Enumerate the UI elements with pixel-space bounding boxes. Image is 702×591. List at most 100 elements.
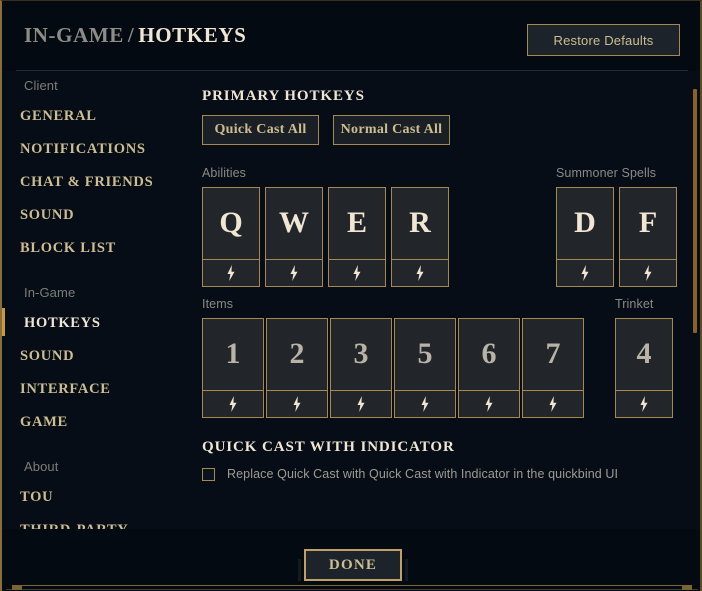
window-header: IN-GAME/HOTKEYS Restore Defaults [2,1,702,71]
footer-frame-line-outer [6,589,698,590]
item-key-label: 7 [523,319,583,390]
summoner-key-label: D [557,188,613,259]
trinket-key-4[interactable]: 4 [615,318,673,418]
quick-cast-toggle[interactable] [329,259,385,286]
item-key-3[interactable]: 3 [330,318,392,418]
sidebar-item-sound[interactable]: SOUND [2,199,188,232]
quick-cast-toggle[interactable] [620,259,676,286]
quick-cast-toggle[interactable] [266,259,322,286]
ability-key-label: E [329,188,385,259]
footer-frame-tab-right [682,585,692,590]
ability-key-Q[interactable]: Q [202,187,260,287]
primary-hotkeys-title: PRIMARY HOTKEYS [202,88,365,105]
quick-cast-all-button[interactable]: Quick Cast All [202,115,319,145]
quick-cast-toggle[interactable] [459,390,519,417]
item-key-7[interactable]: 7 [522,318,584,418]
quick-cast-toggle[interactable] [523,390,583,417]
items-key-row: 123567 [202,318,585,418]
sidebar-item-general[interactable]: GENERAL [2,100,188,133]
quick-cast-toggle[interactable] [203,259,259,286]
lightning-bolt-icon [415,265,426,281]
quick-cast-toggle[interactable] [203,390,263,417]
quick-cast-toggle[interactable] [392,259,448,286]
lightning-bolt-icon [484,396,495,412]
sidebar-group-gap [2,265,188,278]
item-key-label: 6 [459,319,519,390]
sidebar-item-hotkeys[interactable]: HOTKEYS [2,307,188,340]
sidebar-group-in-game: In-GameHOTKEYSSOUNDINTERFACEGAME [2,278,188,439]
summoner-spells-key-row: DF [556,187,677,287]
item-key-1[interactable]: 1 [202,318,264,418]
ability-key-W[interactable]: W [265,187,323,287]
quick-cast-indicator-checkbox-row[interactable]: Replace Quick Cast with Quick Cast with … [202,467,618,481]
summoner-key-F[interactable]: F [619,187,677,287]
sidebar-item-notifications[interactable]: NOTIFICATIONS [2,133,188,166]
settings-window: IN-GAME/HOTKEYS Restore Defaults ClientG… [0,0,702,591]
item-key-5[interactable]: 5 [394,318,456,418]
quick-cast-toggle[interactable] [395,390,455,417]
quick-cast-toggle[interactable] [616,390,672,417]
cast-mode-buttons: Quick Cast All Normal Cast All [202,115,450,145]
done-button[interactable]: DONE [304,549,402,581]
quick-cast-toggle[interactable] [557,259,613,286]
restore-defaults-button[interactable]: Restore Defaults [527,24,680,56]
lightning-bolt-icon [580,265,591,281]
settings-content: PRIMARY HOTKEYS Quick Cast All Normal Ca… [188,71,702,529]
ability-key-label: R [392,188,448,259]
sidebar-item-game[interactable]: GAME [2,406,188,439]
scrollbar-thumb[interactable] [693,89,697,333]
normal-cast-all-button[interactable]: Normal Cast All [333,115,450,145]
lightning-bolt-icon [639,396,650,412]
window-footer: DONE [2,529,702,590]
summoner-spells-group-label: Summoner Spells [556,166,656,180]
item-key-6[interactable]: 6 [458,318,520,418]
sidebar-item-tou[interactable]: TOU [2,481,188,514]
item-key-2[interactable]: 2 [266,318,328,418]
lightning-bolt-icon [643,265,654,281]
sidebar-item-block-list[interactable]: BLOCK LIST [2,232,188,265]
breadcrumb-separator: / [128,23,134,47]
quick-cast-indicator-checkbox[interactable] [202,468,215,481]
sidebar-group-client: ClientGENERALNOTIFICATIONSCHAT & FRIENDS… [2,71,188,265]
sidebar-group-gap [2,439,188,452]
lightning-bolt-icon [226,265,237,281]
sidebar-item-chat-friends[interactable]: CHAT & FRIENDS [2,166,188,199]
ability-key-label: W [266,188,322,259]
abilities-key-row: QWER [202,187,449,287]
trinket-key-label: 4 [616,319,672,390]
abilities-group-label: Abilities [202,166,246,180]
breadcrumb-parent[interactable]: IN-GAME [24,23,124,47]
footer-notch-right [405,559,408,581]
trinket-key-row: 4 [615,318,673,418]
item-key-label: 2 [267,319,327,390]
items-group-label: Items [202,297,233,311]
lightning-bolt-icon [289,265,300,281]
lightning-bolt-icon [548,396,559,412]
sidebar-section-label: In-Game [2,278,188,307]
lightning-bolt-icon [228,396,239,412]
sidebar-item-interface[interactable]: INTERFACE [2,373,188,406]
item-key-label: 1 [203,319,263,390]
lightning-bolt-icon [292,396,303,412]
item-key-label: 5 [395,319,455,390]
ability-key-R[interactable]: R [391,187,449,287]
summoner-key-D[interactable]: D [556,187,614,287]
quick-cast-indicator-title: QUICK CAST WITH INDICATOR [202,439,455,456]
footer-frame-tab-left [12,585,22,590]
sidebar-item-sound[interactable]: SOUND [2,340,188,373]
quick-cast-toggle[interactable] [331,390,391,417]
footer-frame [2,580,702,590]
lightning-bolt-icon [356,396,367,412]
breadcrumb: IN-GAME/HOTKEYS [24,23,246,48]
lightning-bolt-icon [352,265,363,281]
breadcrumb-current: HOTKEYS [138,23,246,47]
ability-key-label: Q [203,188,259,259]
content-scrollbar[interactable] [692,71,698,529]
quick-cast-toggle[interactable] [267,390,327,417]
sidebar-nav: ClientGENERALNOTIFICATIONSCHAT & FRIENDS… [2,71,188,529]
trinket-group-label: Trinket [615,297,653,311]
summoner-key-label: F [620,188,676,259]
quick-cast-indicator-checkbox-label: Replace Quick Cast with Quick Cast with … [227,467,618,481]
sidebar-section-label: Client [2,71,188,100]
ability-key-E[interactable]: E [328,187,386,287]
